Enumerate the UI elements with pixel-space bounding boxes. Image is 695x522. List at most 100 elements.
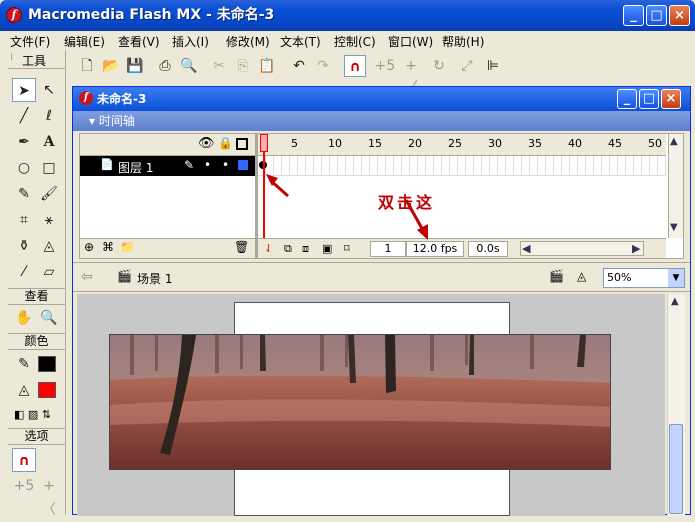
default-colors-icon[interactable]: ◧ [14, 408, 24, 421]
free-transform-tool[interactable]: ⌗ [12, 208, 36, 232]
rect-icon: □ [42, 160, 56, 176]
line-icon: ╱ [19, 108, 29, 124]
scroll-left-icon[interactable]: ◀ [522, 242, 530, 255]
swap-colors-icon[interactable]: ⇅ [42, 408, 51, 421]
cut-button[interactable]: ✂ [208, 55, 230, 77]
redo-button[interactable]: ↷ [312, 55, 334, 77]
hand-tool[interactable]: ✋ [12, 306, 36, 330]
eye-icon[interactable]: 👁 [198, 136, 215, 151]
oval-tool[interactable]: ○ [12, 156, 36, 180]
layer-row[interactable]: 📄 图层 1 ✎ • • [80, 156, 255, 176]
tools-header: ⁞ 工具 [8, 50, 65, 69]
menu-modify[interactable]: 修改(M) [226, 33, 270, 50]
straighten-button[interactable]: +〈 [400, 55, 422, 96]
scroll-down-icon[interactable]: ▼ [670, 222, 678, 233]
outline-color-swatch[interactable] [238, 160, 248, 170]
menu-edit[interactable]: 编辑(E) [64, 33, 105, 50]
undo-button[interactable]: ↶ [288, 55, 310, 77]
align-button[interactable]: ⊫ [482, 55, 504, 77]
maximize-button[interactable]: □ [646, 5, 667, 26]
zoom-tool[interactable]: 🔍 [37, 306, 61, 330]
paste-button[interactable]: 📋 [256, 55, 278, 77]
stage-vscroll[interactable]: ▲ [667, 294, 685, 516]
stroke-color-swatch[interactable] [38, 356, 56, 372]
grip-icon[interactable]: ⁞ [10, 52, 13, 63]
playhead[interactable] [260, 134, 268, 152]
outline-icon[interactable] [236, 138, 248, 150]
snap-button[interactable]: ∩ [344, 55, 366, 77]
save-button[interactable]: 💾 [124, 55, 146, 77]
scroll-up-icon[interactable]: ▲ [671, 296, 679, 307]
subselect-tool[interactable]: ↖ [37, 78, 61, 102]
cut-icon: ✂ [213, 58, 225, 74]
menu-insert[interactable]: 插入(I) [172, 33, 209, 50]
menu-window[interactable]: 窗口(W) [388, 33, 433, 50]
smooth-button[interactable]: +5 [374, 55, 396, 77]
smooth-option[interactable]: +5 [12, 474, 36, 498]
eraser-tool[interactable]: ▱ [37, 260, 61, 284]
scroll-thumb[interactable] [669, 424, 683, 514]
add-layer-icon[interactable]: ⊕ [84, 240, 94, 254]
ink-bottle-tool[interactable]: ⚱ [12, 234, 36, 258]
eyedropper-tool[interactable]: ⁄ [12, 260, 36, 284]
timeline-header[interactable]: ▾ 时间轴 [73, 111, 690, 131]
visibility-dot[interactable]: • [204, 158, 211, 172]
lock-icon[interactable]: 🔒 [218, 136, 233, 150]
print-preview-icon: 🔍 [180, 58, 198, 74]
scene-name[interactable]: 场景 1 [137, 270, 172, 287]
lock-dot[interactable]: • [222, 158, 229, 172]
scene-bar: ⇦ 🎬 场景 1 🎬 ◬ 50% ▼ [73, 262, 690, 292]
fill-transform-icon: ⚹ [44, 212, 54, 228]
doc-maximize-button[interactable]: □ [639, 89, 659, 109]
brush-tool[interactable]: 🖌 [37, 182, 61, 206]
rectangle-tool[interactable]: □ [37, 156, 61, 180]
menu-file[interactable]: 文件(F) [10, 33, 50, 50]
add-guide-icon[interactable]: ⌘ [102, 240, 114, 254]
fill-transform-tool[interactable]: ⚹ [37, 208, 61, 232]
back-arrow-icon[interactable]: ⇦ [81, 269, 93, 285]
document-title-bar: f 未命名-3 _ □ × [73, 87, 690, 111]
scroll-up-icon[interactable]: ▲ [670, 136, 678, 147]
open-button[interactable]: 📂 [100, 55, 122, 77]
menu-text[interactable]: 文本(T) [280, 33, 321, 50]
fill-color-tool: ◬ [12, 378, 36, 402]
close-button[interactable]: × [669, 5, 690, 26]
menu-view[interactable]: 查看(V) [118, 33, 160, 50]
menu-help[interactable]: 帮助(H) [442, 33, 484, 50]
straighten-option[interactable]: +〈 [37, 474, 61, 518]
paint-bucket-tool[interactable]: ◬ [37, 234, 61, 258]
minimize-button[interactable]: _ [623, 5, 644, 26]
scale-button[interactable]: ⤢ [456, 55, 478, 77]
print-button[interactable]: ⎙ [154, 55, 176, 77]
lasso-tool[interactable]: ℓ [37, 104, 61, 128]
trash-icon[interactable]: 🗑 [234, 240, 249, 254]
doc-close-button[interactable]: × [661, 89, 681, 109]
stage-area[interactable] [77, 294, 665, 516]
snap-option[interactable]: ∩ [12, 448, 36, 472]
doc-minimize-button[interactable]: _ [617, 89, 637, 109]
rotate-button[interactable]: ↻ [428, 55, 450, 77]
no-color-icon[interactable]: ▨ [28, 408, 38, 421]
menu-control[interactable]: 控制(C) [334, 33, 376, 50]
add-folder-icon[interactable]: 📁 [120, 240, 135, 254]
arrow-tool[interactable]: ➤ [12, 78, 36, 102]
chevron-down-icon[interactable]: ▼ [668, 269, 684, 287]
timeline-hscroll[interactable] [520, 241, 644, 256]
timeline-vscroll[interactable]: ▲ ▼ [668, 134, 683, 238]
pen-tool[interactable]: ✒ [12, 130, 36, 154]
scroll-right-icon[interactable]: ▶ [632, 242, 640, 255]
zoom-select[interactable]: 50% ▼ [603, 268, 685, 288]
forest-image[interactable] [109, 334, 611, 470]
edit-symbol-icon[interactable]: ◬ [577, 269, 586, 283]
frame-ruler[interactable]: 1 5 10 15 20 25 30 35 40 45 50 [258, 134, 666, 156]
pencil-tool[interactable]: ✎ [12, 182, 36, 206]
new-button[interactable]: 🗋 [76, 55, 98, 77]
fill-color-swatch[interactable] [38, 382, 56, 398]
print-preview-button[interactable]: 🔍 [178, 55, 200, 77]
copy-button[interactable]: ⎘ [232, 55, 254, 77]
tools-panel: ⁞ 工具 ➤ ↖ ╱ ℓ ✒ A ○ □ ✎ 🖌 ⌗ ⚹ ⚱ ◬ ⁄ ▱ 查看 … [8, 50, 66, 518]
text-tool[interactable]: A [37, 130, 61, 154]
edit-scene-icon[interactable]: 🎬 [549, 269, 564, 283]
pencil-icon: ✎ [184, 158, 195, 172]
line-tool[interactable]: ╱ [12, 104, 36, 128]
